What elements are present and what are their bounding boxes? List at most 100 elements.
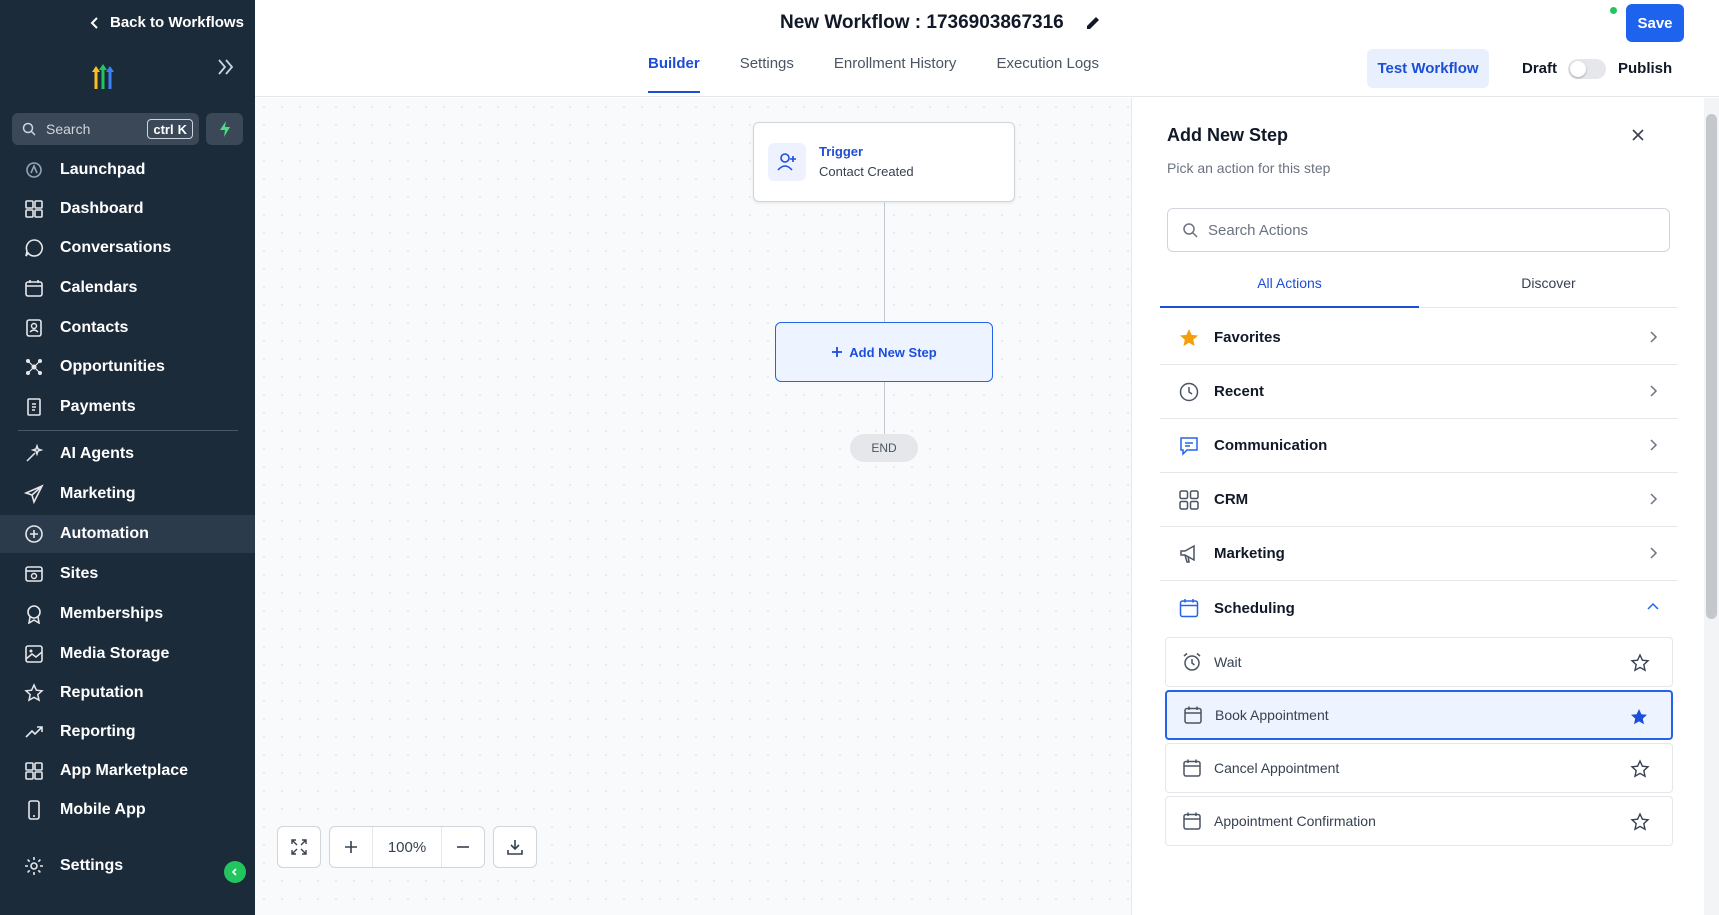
ai-agents-icon xyxy=(26,444,44,462)
category-label: Scheduling xyxy=(1214,599,1295,617)
search-icon xyxy=(1183,223,1198,238)
trigger-icon-box xyxy=(768,143,806,181)
calendar-icon xyxy=(1183,759,1201,777)
category-communication[interactable]: Communication xyxy=(1160,419,1678,473)
download-control xyxy=(493,826,537,868)
sidebar-item-settings[interactable]: Settings xyxy=(0,847,255,885)
tab-builder[interactable]: Builder xyxy=(648,55,700,97)
zoom-controls: 100% xyxy=(277,826,537,868)
chevron-right-icon xyxy=(1650,385,1658,397)
connector-line xyxy=(884,382,885,434)
fit-view-button[interactable] xyxy=(278,827,320,867)
tab-execution-logs[interactable]: Execution Logs xyxy=(996,55,1099,97)
clock-icon xyxy=(1179,382,1199,401)
sidebar-item-contacts[interactable]: Contacts xyxy=(0,309,255,347)
category-crm[interactable]: CRM xyxy=(1160,473,1678,527)
category-favorites[interactable]: Favorites xyxy=(1160,311,1678,365)
sidebar-item-ai-agents[interactable]: AI Agents xyxy=(0,435,255,473)
sidebar-item-opportunities[interactable]: Opportunities xyxy=(0,348,255,386)
sidebar-search[interactable]: Search ctrl K xyxy=(12,113,199,145)
download-button[interactable] xyxy=(494,827,536,867)
download-icon xyxy=(507,840,523,855)
action-wait[interactable]: Wait xyxy=(1165,637,1673,687)
collapse-sidebar-button[interactable] xyxy=(224,861,246,883)
star-outline-icon[interactable] xyxy=(1630,653,1650,673)
workflow-canvas[interactable]: Trigger Contact Created Add New Step END… xyxy=(255,98,1131,915)
category-scheduling[interactable]: Scheduling xyxy=(1160,581,1678,635)
expand-icon xyxy=(291,839,307,855)
fit-view-control xyxy=(277,826,321,868)
sidebar-item-payments[interactable]: Payments xyxy=(0,388,255,426)
workflow-title-text: New Workflow : 1736903867316 xyxy=(780,12,1064,33)
sidebar-item-label: Reputation xyxy=(60,684,144,701)
sidebar-item-reporting[interactable]: Reporting xyxy=(0,713,255,751)
sidebar-item-dashboard[interactable]: Dashboard xyxy=(0,190,255,228)
star-filled-icon[interactable] xyxy=(1629,707,1649,727)
sidebar-item-marketing[interactable]: Marketing xyxy=(0,475,255,513)
quick-actions-button[interactable] xyxy=(206,113,243,145)
tab-enrollment-history[interactable]: Enrollment History xyxy=(834,55,957,97)
logo-icon xyxy=(92,64,114,89)
test-workflow-button[interactable]: Test Workflow xyxy=(1367,49,1489,88)
add-step-panel: Add New Step Pick an action for this ste… xyxy=(1131,98,1704,915)
add-new-step-node[interactable]: Add New Step xyxy=(775,322,993,382)
category-recent[interactable]: Recent xyxy=(1160,365,1678,419)
panel-scrollbar-thumb[interactable] xyxy=(1706,114,1717,619)
sidebar-item-calendars[interactable]: Calendars xyxy=(0,269,255,307)
category-marketing[interactable]: Marketing xyxy=(1160,527,1678,581)
tab-all-actions[interactable]: All Actions xyxy=(1160,258,1419,308)
sidebar-item-memberships[interactable]: Memberships xyxy=(0,595,255,633)
chevron-right-icon xyxy=(1650,439,1658,451)
action-cancel-appointment[interactable]: Cancel Appointment xyxy=(1165,743,1673,793)
publish-toggle[interactable] xyxy=(1568,59,1606,79)
send-icon xyxy=(24,484,44,504)
pencil-icon[interactable] xyxy=(1084,14,1102,32)
chevron-left-icon xyxy=(231,868,237,876)
action-book-appointment[interactable]: Book Appointment xyxy=(1165,690,1673,740)
connector-line xyxy=(884,202,885,322)
sidebar-item-launchpad[interactable]: Launchpad xyxy=(0,151,255,189)
expand-sidebar-icon[interactable] xyxy=(214,55,238,79)
calendar-icon xyxy=(1179,599,1199,618)
category-label: CRM xyxy=(1214,491,1249,508)
publish-label: Publish xyxy=(1618,60,1673,77)
zoom-group: 100% xyxy=(329,826,485,868)
sidebar-item-conversations[interactable]: Conversations xyxy=(0,229,255,267)
trigger-title: Trigger xyxy=(819,144,864,159)
star-outline-icon[interactable] xyxy=(1630,759,1650,779)
alarm-icon xyxy=(1183,652,1201,671)
zoom-out-button[interactable] xyxy=(442,827,484,867)
sidebar-item-sites[interactable]: Sites xyxy=(0,555,255,593)
sidebar-item-mobile-app[interactable]: Mobile App xyxy=(0,791,255,829)
action-appointment-confirmation[interactable]: Appointment Confirmation xyxy=(1165,796,1673,846)
sidebar-item-label: Automation xyxy=(60,525,149,542)
close-icon[interactable] xyxy=(1629,126,1647,144)
sidebar-item-app-marketplace[interactable]: App Marketplace xyxy=(0,752,255,790)
zoom-in-button[interactable] xyxy=(330,827,372,867)
workflow-title: New Workflow : 1736903867316 xyxy=(780,12,1102,34)
back-to-workflows-link[interactable]: Back to Workflows xyxy=(88,14,244,31)
tab-settings[interactable]: Settings xyxy=(740,55,794,97)
zoom-level: 100% xyxy=(372,827,442,867)
action-label: Book Appointment xyxy=(1215,707,1329,723)
sidebar-item-automation[interactable]: Automation xyxy=(0,515,255,553)
star-outline-icon[interactable] xyxy=(1630,812,1650,832)
sidebar-item-reputation[interactable]: Reputation xyxy=(0,674,255,712)
star-icon xyxy=(24,683,44,702)
trigger-node[interactable]: Trigger Contact Created xyxy=(753,122,1015,202)
search-actions-input[interactable] xyxy=(1208,221,1648,239)
search-shortcut-badge: ctrl K xyxy=(147,119,193,139)
kbd-ctrl: ctrl xyxy=(153,121,174,137)
sidebar-item-label: Dashboard xyxy=(60,200,144,217)
sidebar-item-label: Reporting xyxy=(60,723,136,740)
payments-icon xyxy=(27,398,41,416)
category-label: Favorites xyxy=(1214,329,1281,346)
panel-tabs: All Actions Discover xyxy=(1160,258,1678,308)
action-label: Wait xyxy=(1214,654,1242,670)
sidebar-item-label: Marketing xyxy=(60,485,136,502)
sidebar-item-media-storage[interactable]: Media Storage xyxy=(0,635,255,673)
sidebar-item-label: App Marketplace xyxy=(60,762,189,779)
save-button[interactable]: Save xyxy=(1626,4,1684,42)
search-actions-field[interactable] xyxy=(1167,208,1670,252)
tab-discover[interactable]: Discover xyxy=(1419,258,1678,307)
